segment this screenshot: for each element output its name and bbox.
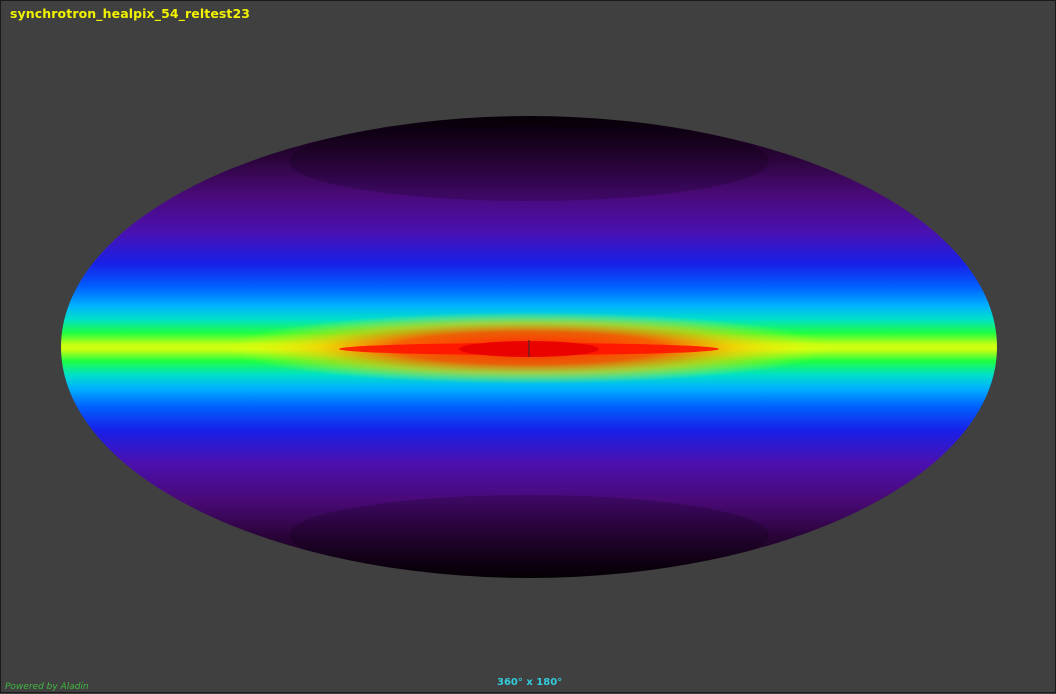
field-of-view-label: 360° x 180° [497,677,563,688]
allsky-map[interactable] [1,1,1056,694]
aladin-sky-viewer[interactable]: synchrotron_healpix_54_reltest23 360° x … [0,0,1056,693]
powered-by-aladin[interactable]: Powered by Aladin [5,682,89,692]
survey-title: synchrotron_healpix_54_reltest23 [10,6,251,21]
